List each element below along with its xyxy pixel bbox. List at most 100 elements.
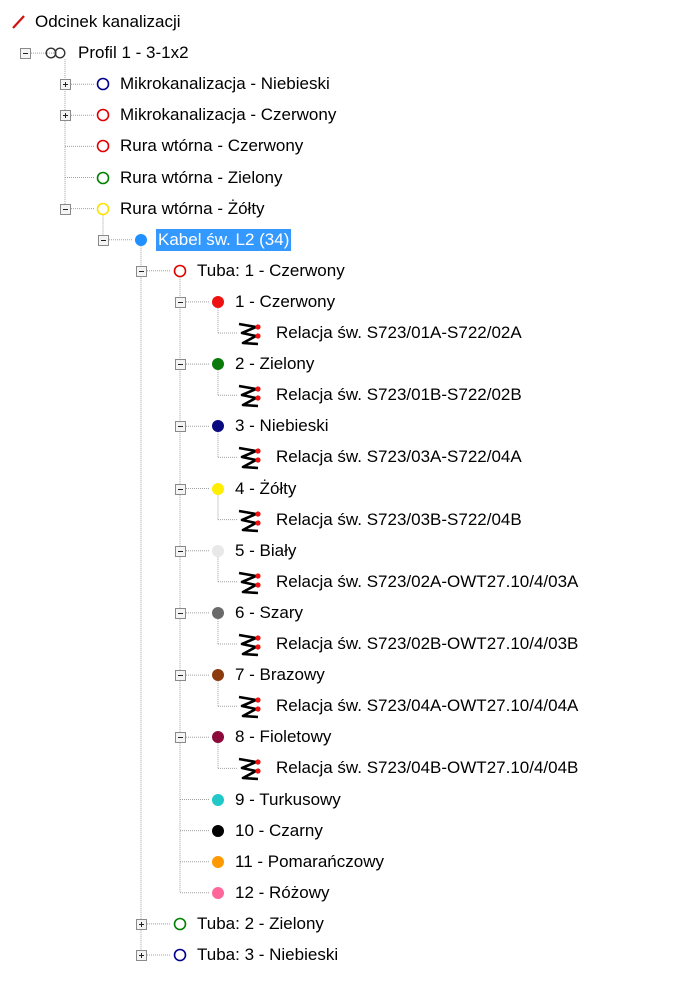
tree-node-fiber-label: 5 - Biały — [235, 540, 297, 560]
tree-node-fiber[interactable]: 6 - Szary — [211, 599, 305, 627]
tree-node-root-label: Odcinek kanalizacji — [35, 12, 181, 31]
tree-node-cable[interactable]: Kabel św. L2 (34) — [134, 226, 292, 254]
collapse-toggle[interactable] — [98, 234, 109, 246]
hollow-circle-icon — [96, 171, 110, 185]
tree-node-fiber[interactable]: 11 - Pomarańczowy — [211, 848, 386, 876]
tree-node-tube[interactable]: Tuba: 2 - Zielony — [173, 910, 326, 938]
filled-circle-icon — [211, 357, 225, 371]
hollow-circle-icon — [96, 139, 110, 153]
expand-toggle[interactable] — [136, 918, 147, 930]
tree-node-fiber[interactable]: 10 - Czarny — [211, 817, 325, 845]
collapse-toggle[interactable] — [175, 359, 186, 371]
collapse-toggle[interactable] — [175, 732, 186, 744]
tree-node-fiber[interactable]: 1 - Czerwony — [211, 288, 337, 316]
tree-node-relation[interactable]: Relacja św. S723/02B-OWT27.10/4/03B — [236, 630, 580, 658]
tree-node-fiber[interactable]: 2 - Zielony — [211, 350, 316, 378]
tree-node-fiber[interactable]: 4 - Żółty — [211, 475, 298, 503]
fiber-relation-icon — [236, 320, 268, 346]
fiber-relation-icon — [236, 631, 268, 657]
fiber-relation-icon — [236, 507, 268, 533]
tree-node-duct[interactable]: Rura wtórna - Zielony — [96, 164, 285, 192]
tree-node-duct[interactable]: Rura wtórna - Żółty — [96, 195, 267, 223]
tree-node-duct-label: Rura wtórna - Czerwony — [120, 136, 304, 156]
filled-circle-icon — [211, 668, 225, 682]
tree-node-fiber-label: 12 - Różowy — [235, 882, 330, 902]
tree-node-relation-label: Relacja św. S723/02A-OWT27.10/4/03A — [276, 571, 579, 591]
tree-node-relation[interactable]: Relacja św. S723/04B-OWT27.10/4/04B — [236, 754, 580, 782]
tree-node-fiber[interactable]: 5 - Biały — [211, 537, 298, 565]
tree-node-relation[interactable]: Relacja św. S723/02A-OWT27.10/4/03A — [236, 568, 580, 596]
tree-node-duct-label: Rura wtórna - Żółty — [120, 198, 265, 218]
tree-node-duct-label: Mikrokanalizacja - Niebieski — [120, 74, 330, 94]
collapse-toggle[interactable] — [175, 670, 186, 682]
tree-node-fiber-label: 3 - Niebieski — [235, 416, 329, 436]
tree-node-relation[interactable]: Relacja św. S723/04A-OWT27.10/4/04A — [236, 692, 580, 720]
tree-node-tube-label: Tuba: 1 - Czerwony — [197, 260, 345, 280]
collapse-toggle[interactable] — [175, 607, 186, 619]
tree-node-fiber[interactable]: 9 - Turkusowy — [211, 786, 343, 814]
tree-node-relation-label: Relacja św. S723/03A-S722/04A — [276, 447, 522, 467]
collapse-toggle[interactable] — [20, 48, 31, 60]
tree-node-duct[interactable]: Rura wtórna - Czerwony — [96, 132, 305, 160]
tree-node-tube[interactable]: Tuba: 3 - Niebieski — [173, 941, 340, 969]
tree-node-cable-label: Kabel św. L2 (34) — [156, 228, 292, 251]
filled-circle-icon — [211, 793, 225, 807]
tree-node-fiber-label: 6 - Szary — [235, 602, 304, 622]
tree-node-tube-label: Tuba: 3 - Niebieski — [197, 945, 339, 964]
fiber-relation-icon — [236, 755, 268, 781]
collapse-toggle[interactable] — [175, 296, 186, 308]
tree-node-fiber-label: 1 - Czerwony — [235, 291, 336, 311]
fiber-relation-icon — [236, 382, 268, 408]
tree-node-relation[interactable]: Relacja św. S723/01B-S722/02B — [236, 381, 524, 409]
expand-toggle[interactable] — [136, 950, 147, 961]
tree-node-relation-label: Relacja św. S723/01B-S722/02B — [276, 385, 522, 405]
tree-node-duct-label: Mikrokanalizacja - Czerwony — [120, 105, 337, 125]
tree-node-fiber-label: 11 - Pomarańczowy — [235, 851, 384, 871]
collapse-toggle[interactable] — [136, 265, 147, 277]
tree-node-fiber[interactable]: 12 - Różowy — [211, 879, 331, 907]
tree-node-fiber-label: 4 - Żółty — [235, 478, 297, 498]
tree-node-relation-label: Relacja św. S723/04B-OWT27.10/4/04B — [276, 758, 579, 778]
hollow-circle-icon — [173, 948, 187, 962]
filled-circle-icon — [211, 482, 225, 496]
fiber-relation-icon — [236, 569, 268, 595]
filled-circle-icon — [211, 544, 225, 558]
filled-circle-icon — [211, 824, 225, 838]
expand-toggle[interactable] — [60, 79, 71, 91]
tree-node-tube[interactable]: Tuba: 1 - Czerwony — [173, 257, 347, 285]
expand-toggle[interactable] — [60, 110, 71, 122]
hollow-circle-icon — [96, 108, 110, 122]
tree-node-relation-label: Relacja św. S723/01A-S722/02A — [276, 323, 522, 342]
tree-node-fiber[interactable]: 8 - Fioletowy — [211, 723, 333, 751]
hollow-circle-icon — [96, 77, 110, 91]
collapse-toggle[interactable] — [175, 421, 186, 433]
tree-node-fiber-label: 7 - Brazowy — [235, 665, 325, 685]
hollow-circle-icon — [173, 917, 187, 931]
tree-node-relation[interactable]: Relacja św. S723/01A-S722/02A — [236, 319, 524, 347]
tree-node-fiber-label: 2 - Zielony — [235, 354, 315, 374]
tree-node-root[interactable]: Odcinek kanalizacji — [11, 8, 183, 36]
collapse-toggle[interactable] — [60, 203, 71, 215]
tree-node-duct[interactable]: Mikrokanalizacja - Czerwony — [96, 101, 338, 129]
tree-node-tube-label: Tuba: 2 - Zielony — [197, 913, 324, 933]
tree-node-fiber[interactable]: 3 - Niebieski — [211, 412, 331, 440]
collapse-toggle[interactable] — [175, 483, 186, 495]
tree-node-relation-label: Relacja św. S723/02B-OWT27.10/4/03B — [276, 634, 579, 653]
filled-circle-icon — [211, 419, 225, 433]
fiber-relation-icon — [236, 693, 268, 719]
tree-node-relation[interactable]: Relacja św. S723/03A-S722/04A — [236, 443, 524, 471]
tree-view[interactable]: Odcinek kanalizacji Profil 1 - 3-1x2 Mikro… — [0, 0, 678, 993]
tree-node-fiber[interactable]: 7 - Brazowy — [211, 661, 327, 689]
infinity-link-icon — [44, 46, 68, 60]
tree-node-duct-label: Rura wtórna - Zielony — [120, 167, 283, 187]
red-slash-line-icon — [11, 15, 25, 29]
tree-node-relation-label: Relacja św. S723/03B-S722/04B — [276, 509, 522, 529]
tree-node-profile[interactable]: Profil 1 - 3-1x2 — [44, 39, 191, 67]
filled-circle-icon — [211, 295, 225, 309]
tree-node-duct[interactable]: Mikrokanalizacja - Niebieski — [96, 70, 332, 98]
tree-node-fiber-label: 9 - Turkusowy — [235, 789, 341, 809]
tree-node-relation[interactable]: Relacja św. S723/03B-S722/04B — [236, 506, 524, 534]
tree-node-relation-label: Relacja św. S723/04A-OWT27.10/4/04A — [276, 696, 579, 716]
filled-circle-icon — [211, 730, 225, 744]
collapse-toggle[interactable] — [175, 545, 186, 557]
